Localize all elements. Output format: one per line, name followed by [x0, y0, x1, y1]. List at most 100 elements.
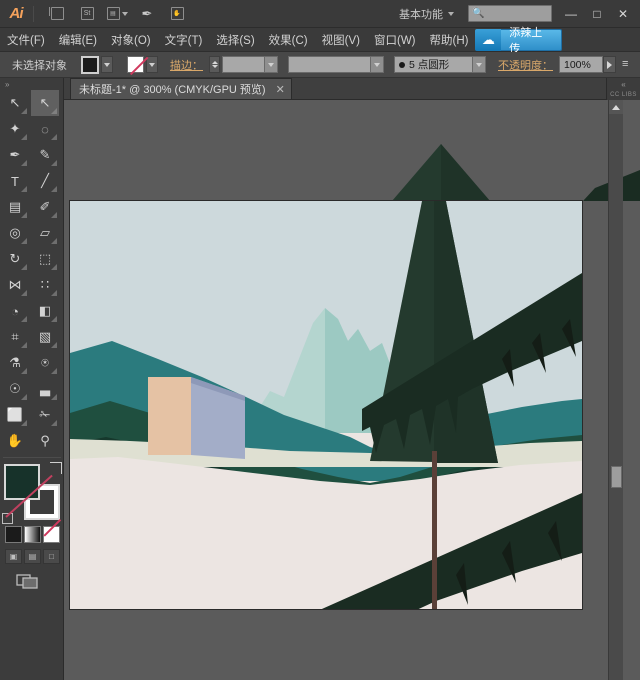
swap-fill-stroke-icon[interactable] [50, 462, 62, 474]
tools-collapse-handle[interactable]: » [0, 78, 63, 90]
hand-pan-icon[interactable]: ✋ [166, 4, 188, 24]
vertical-scrollbar[interactable] [608, 100, 623, 680]
workspace-switcher[interactable]: 基本功能 [393, 4, 460, 24]
symbol-sprayer-tool[interactable]: ☉ [1, 376, 29, 402]
tools-grid: ↖ ↖ ✦ ◌ ✒ ✎ T ╱ ▤ ✐ ◎ ▱ ↻ ⬚ ⋈ ∷ ◔ ◧ ⌗ ▧ … [0, 90, 64, 454]
paintbrush-tool[interactable]: ✐ [31, 194, 59, 220]
window-controls: — □ ✕ [558, 3, 636, 25]
brush-sync-icon[interactable]: ✒ [136, 4, 158, 24]
menu-type[interactable]: 文字(T) [158, 29, 210, 51]
menu-view[interactable]: 视图(V) [315, 29, 367, 51]
zoom-tool[interactable]: ⚲ [31, 428, 59, 454]
control-bar-menu-icon[interactable]: ≡ [622, 59, 628, 70]
divider [33, 5, 34, 22]
perspective-grid-tool[interactable]: ◧ [31, 298, 59, 324]
search-input[interactable]: 🔍 [468, 5, 552, 22]
shape-builder-tool[interactable]: ◔ [1, 298, 29, 324]
cloud-upload-icon[interactable]: ☁ [475, 28, 502, 51]
minimize-button[interactable]: — [558, 3, 584, 25]
width-tool[interactable]: ⋈ [1, 272, 29, 298]
stroke-swatch-group[interactable] [127, 56, 158, 73]
dock-collapse-handle[interactable]: « [607, 78, 640, 90]
menu-effect[interactable]: 效果(C) [262, 29, 315, 51]
opacity-label[interactable]: 不透明度： [498, 57, 553, 73]
color-fill-mode-button[interactable] [5, 526, 22, 543]
arrange-documents-icon[interactable]: ▤ [106, 4, 128, 24]
menu-window[interactable]: 窗口(W) [367, 29, 423, 51]
blend-tool[interactable]: ⍟ [31, 350, 59, 376]
chevron-down-icon[interactable] [370, 57, 383, 72]
rectangle-tool[interactable]: ▤ [1, 194, 29, 220]
fill-color-box[interactable] [4, 464, 40, 500]
mesh-tool[interactable]: ⌗ [1, 324, 29, 350]
fill-color-swatch[interactable] [81, 55, 99, 74]
scale-tool[interactable]: ⬚ [31, 246, 59, 272]
opacity-input[interactable]: 100% [559, 56, 603, 73]
draw-inside-button[interactable]: □ [43, 549, 60, 564]
slice-tool[interactable]: ✁ [31, 402, 59, 428]
chevron-down-icon[interactable] [472, 57, 485, 72]
house-front-face [148, 377, 191, 455]
maximize-button[interactable]: □ [584, 3, 610, 25]
curvature-tool[interactable]: ✎ [31, 142, 59, 168]
magic-wand-tool[interactable]: ✦ [1, 116, 29, 142]
menu-help[interactable]: 帮助(H) [423, 29, 476, 51]
scrollbar-thumb[interactable] [611, 466, 622, 488]
tools-panel: » ↖ ↖ ✦ ◌ ✒ ✎ T ╱ ▤ ✐ ◎ ▱ ↻ ⬚ ⋈ ∷ ◔ ◧ ⌗ … [0, 78, 64, 680]
gradient-tool[interactable]: ▧ [31, 324, 59, 350]
fill-swatch-group[interactable] [81, 55, 113, 74]
stroke-dropdown-button[interactable] [146, 56, 158, 73]
opacity-flyout-button[interactable] [603, 56, 616, 73]
draw-behind-button[interactable]: ▤ [24, 549, 41, 564]
stroke-weight-stepper[interactable] [209, 56, 220, 73]
illustrator-window: Ai St ▤ ✒ ✋ 基本功能 🔍 — □ ✕ 文件(F) 编辑(E) 对象(… [0, 0, 640, 680]
document-tab-title: 未标题-1* @ 300% (CMYK/GPU 预览) [79, 84, 266, 96]
menu-bar: 文件(F) 编辑(E) 对象(O) 文字(T) 选择(S) 效果(C) 视图(V… [0, 27, 640, 55]
draw-normal-button[interactable]: ▣ [5, 549, 22, 564]
eyedropper-tool[interactable]: ⚗ [1, 350, 29, 376]
bridge-icon[interactable] [46, 4, 68, 24]
upload-button[interactable]: 添辣上传 [501, 27, 562, 55]
eraser-tool[interactable]: ▱ [31, 220, 59, 246]
app-logo-icon: Ai [9, 5, 24, 22]
selection-tool[interactable]: ↖ [1, 90, 29, 116]
none-fill-mode-button[interactable] [43, 526, 60, 543]
menu-file[interactable]: 文件(F) [0, 29, 52, 51]
artboard[interactable] [70, 201, 582, 609]
hand-tool[interactable]: ✋ [1, 428, 29, 454]
menu-select[interactable]: 选择(S) [209, 29, 261, 51]
fill-dropdown-button[interactable] [101, 56, 113, 73]
stroke-weight-input[interactable] [222, 56, 278, 73]
close-icon[interactable]: ✕ [276, 83, 285, 96]
lasso-tool[interactable]: ◌ [31, 116, 59, 142]
stroke-color-swatch[interactable] [127, 56, 144, 73]
screen-mode-icon [16, 574, 38, 589]
stock-icon[interactable]: St [76, 4, 98, 24]
artboard-tool[interactable]: ⬜ [1, 402, 29, 428]
change-screen-mode-button[interactable] [16, 572, 40, 590]
landscape-illustration [70, 201, 582, 609]
scroll-up-arrow[interactable] [609, 100, 623, 114]
type-tool[interactable]: T [1, 168, 29, 194]
gradient-fill-mode-button[interactable] [24, 526, 41, 543]
rotate-tool[interactable]: ↻ [1, 246, 29, 272]
document-tab[interactable]: 未标题-1* @ 300% (CMYK/GPU 预览) ✕ [70, 78, 292, 99]
tree-trunk-lower [432, 451, 437, 609]
menu-edit[interactable]: 编辑(E) [52, 29, 104, 51]
close-button[interactable]: ✕ [610, 3, 636, 25]
brush-definition-select[interactable]: 5 点圆形 [394, 56, 486, 73]
free-transform-tool[interactable]: ∷ [31, 272, 59, 298]
column-graph-tool[interactable]: ▃ [31, 376, 59, 402]
direct-selection-tool[interactable]: ↖ [31, 90, 59, 116]
canvas-area[interactable] [64, 100, 640, 680]
stroke-profile-select[interactable] [288, 56, 384, 73]
bleed-svg [392, 144, 640, 201]
shaper-tool[interactable]: ◎ [1, 220, 29, 246]
divider [3, 457, 61, 458]
menu-object[interactable]: 对象(O) [104, 29, 158, 51]
artwork-bleed [70, 100, 640, 201]
line-segment-tool[interactable]: ╱ [31, 168, 59, 194]
pen-tool[interactable]: ✒ [1, 142, 29, 168]
chevron-down-icon[interactable] [264, 57, 277, 72]
stroke-weight-label[interactable]: 描边： [170, 57, 203, 73]
